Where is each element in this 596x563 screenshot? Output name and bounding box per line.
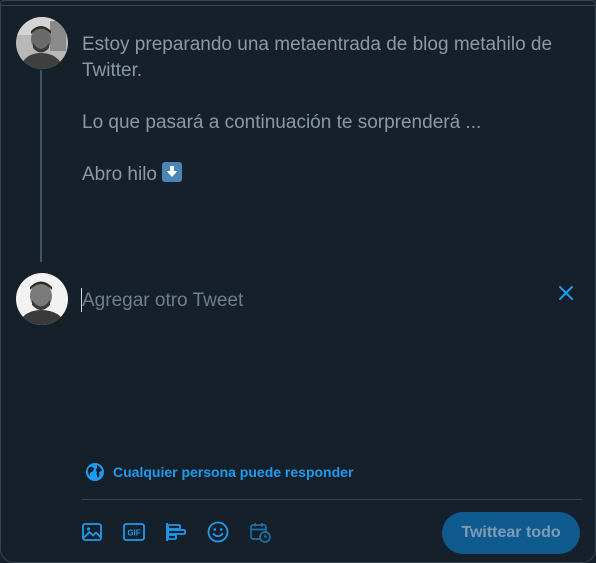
poll-icon <box>166 523 186 541</box>
reply-setting-label: Cualquier persona puede responder <box>113 464 354 480</box>
tweet-line: Lo que pasará a continuación te sorprend… <box>82 112 482 133</box>
gif-icon-label: GIF <box>127 529 140 538</box>
down-arrow-icon <box>162 162 182 182</box>
tweet-line: Abro hilo <box>82 162 572 188</box>
gif-button[interactable]: GIF <box>122 520 146 544</box>
reply-setting-button[interactable]: Cualquier persona puede responder <box>85 462 353 482</box>
toolbar-divider <box>82 499 582 500</box>
avatar <box>16 17 68 69</box>
schedule-icon <box>250 523 271 543</box>
avatar <box>16 273 68 325</box>
remove-tweet-button[interactable] <box>553 280 579 306</box>
add-tweet-input[interactable] <box>82 286 522 316</box>
close-icon <box>559 286 573 300</box>
poll-button[interactable] <box>164 520 188 544</box>
top-divider <box>0 0 596 6</box>
tweet-line-text: Abro hilo <box>82 164 157 185</box>
image-icon <box>82 523 102 541</box>
emoji-button[interactable] <box>206 520 230 544</box>
tweet-line: Estoy preparando una metaentrada de blog… <box>82 34 553 81</box>
globe-icon <box>86 463 104 481</box>
first-tweet-text[interactable]: Estoy preparando una metaentrada de blog… <box>82 32 572 188</box>
tweet-all-button[interactable]: Twittear todo <box>442 512 580 554</box>
media-button[interactable] <box>80 520 104 544</box>
text-caret <box>81 288 82 312</box>
emoji-icon <box>207 521 229 543</box>
gif-icon: GIF <box>123 523 145 541</box>
thread-connector-line <box>40 70 42 262</box>
schedule-button[interactable] <box>248 520 272 544</box>
